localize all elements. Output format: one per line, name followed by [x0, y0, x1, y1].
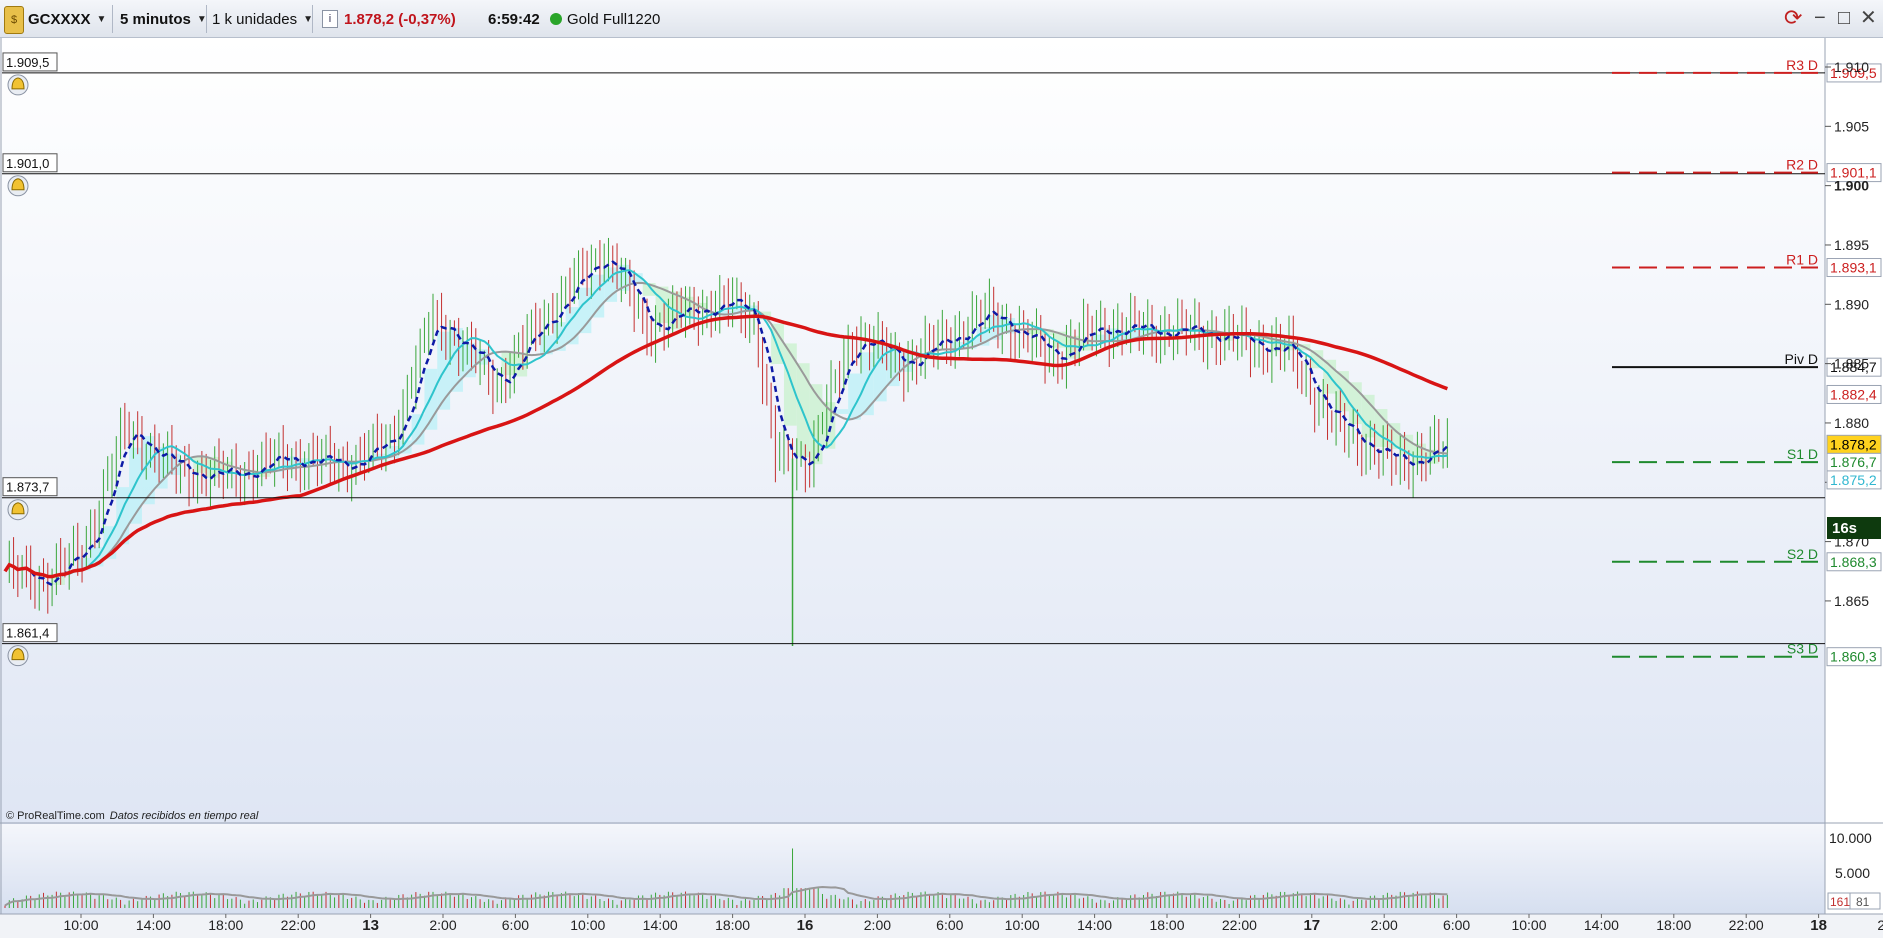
alert-price-label: 1.861,4 [6, 626, 49, 641]
pivot-name: R3 D [1786, 57, 1818, 73]
price-markers: 1.882,4 1.878,2 1.875,2 [1826, 384, 1882, 490]
time-tick-label: 18:00 [1149, 917, 1184, 933]
price-change: 1.878,2 (-0,37%) [344, 10, 456, 28]
pivot-name: S3 D [1787, 641, 1818, 657]
price-marker-label: 1.878,2 [1830, 436, 1877, 452]
clock-time: 6:59:42 [488, 10, 540, 28]
bell-icon[interactable] [7, 175, 29, 197]
toolbar-divider [312, 5, 313, 33]
price-marker-label: 1.882,4 [1830, 386, 1877, 402]
price-panel-background [0, 38, 1825, 824]
time-tick-label: 14:00 [643, 917, 678, 933]
timeframe-label: 5 minutos [120, 10, 191, 28]
pivot-name: S1 D [1787, 446, 1818, 462]
status-indicator: Gold Full1220 [550, 4, 660, 34]
pivot-name: R1 D [1786, 252, 1818, 268]
close-icon[interactable]: ✕ [1860, 8, 1877, 28]
toolbar-divider [112, 5, 113, 33]
time-tick-label: 17 [1303, 917, 1320, 934]
time-tick-label: 14:00 [1584, 917, 1619, 933]
bell-icon[interactable] [7, 645, 29, 667]
pivot-name: R2 D [1786, 157, 1818, 173]
time-tick-label: 10:00 [570, 917, 605, 933]
info-icon-glyph: i [328, 13, 332, 25]
time-tick-label: 18:00 [715, 917, 750, 933]
alert-price-label: 1.873,7 [6, 480, 49, 495]
price-tick-label: 1.885 [1834, 356, 1869, 372]
minimize-icon[interactable]: − [1814, 8, 1826, 28]
time-tick-label: 6:00 [502, 917, 529, 933]
volume-tick-10000: 10.000 [1829, 830, 1872, 846]
pivot-name: Piv D [1785, 351, 1818, 367]
volume-tick-5000: 5.000 [1835, 865, 1870, 881]
pivot-price-label: 1.876,7 [1830, 454, 1877, 470]
instrument-code: GCXXXX [28, 10, 91, 28]
time-tick-label: 2:00 [429, 917, 456, 933]
cloud-segment [809, 384, 823, 465]
time-tick-label: 18 [1810, 917, 1827, 934]
cloud-segment [783, 343, 797, 426]
gold-coin-icon[interactable]: $ [4, 6, 24, 34]
cloud-segment [835, 409, 849, 414]
time-tick-label: 18:00 [1656, 917, 1691, 933]
price-chart[interactable]: 1.909,51.901,01.873,71.861,4 R3 D 1.909,5… [0, 38, 1883, 938]
time-tick-label: 13 [362, 917, 379, 934]
time-tick-label: 2:00 [1877, 917, 1883, 933]
instrument-name: Gold Full1220 [567, 10, 661, 28]
time-tick-label: 22:00 [281, 917, 316, 933]
cloud-segment [1374, 409, 1388, 447]
time-tick-label: 22:00 [1222, 917, 1257, 933]
timeframe-selector[interactable]: 5 minutos ▼ [120, 4, 207, 34]
chevron-down-icon: ▼ [96, 13, 107, 25]
price-tick-label: 1.880 [1834, 415, 1869, 431]
time-tick-label: 10:00 [1005, 917, 1040, 933]
price-tick-label: 1.910 [1834, 59, 1869, 75]
alert-price-label: 1.909,5 [6, 55, 49, 70]
time-tick-label: 14:00 [1077, 917, 1112, 933]
chart-toolbar: $ GCXXXX ▼ 5 minutos ▼ 1 k unidades ▼ i … [0, 0, 1883, 38]
pivot-price-label: 1.860,3 [1830, 649, 1877, 665]
bell-icon[interactable] [7, 74, 29, 96]
pivot-price-label: 1.868,3 [1830, 554, 1877, 570]
price-tick-label: 1.900 [1834, 178, 1869, 194]
volume-marker-161: 161 [1830, 895, 1850, 909]
time-tick-label: 18:00 [208, 917, 243, 933]
time-tick-label: 6:00 [1443, 917, 1470, 933]
copyright-note: © ProRealTime.com Datos recibidos en tiem… [6, 810, 259, 822]
cloud-segment [591, 274, 605, 318]
time-tick-label: 14:00 [136, 917, 171, 933]
time-tick-label: 10:00 [63, 917, 98, 933]
units-label: 1 k unidades [212, 10, 298, 28]
connection-status-dot [550, 13, 562, 25]
maximize-icon[interactable]: □ [1838, 8, 1850, 28]
time-tick-label: 16 [797, 917, 814, 934]
price-marker-label: 1.875,2 [1830, 472, 1877, 488]
units-selector[interactable]: 1 k unidades ▼ [212, 4, 313, 34]
price-tick-label: 1.865 [1834, 593, 1869, 609]
info-icon[interactable]: i [322, 10, 338, 28]
price-tick-label: 1.905 [1834, 118, 1869, 134]
volume-marker-81: 81 [1856, 895, 1870, 909]
cloud-segment [450, 327, 463, 392]
refresh-icon[interactable]: ⟳ [1784, 7, 1802, 29]
price-tick-label: 1.895 [1834, 237, 1869, 253]
instrument-selector[interactable]: GCXXXX ▼ [28, 4, 106, 34]
toolbar-divider [206, 5, 207, 33]
time-tick-label: 22:00 [1729, 917, 1764, 933]
cloud-segment [861, 352, 874, 416]
time-tick-label: 6:00 [936, 917, 963, 933]
alert-price-label: 1.901,0 [6, 156, 49, 171]
pivot-name: S2 D [1787, 546, 1818, 562]
pivot-price-label: 1.893,1 [1830, 260, 1877, 276]
time-tick-label: 2:00 [864, 917, 891, 933]
bell-icon[interactable] [7, 499, 29, 521]
time-tick-label: 2:00 [1371, 917, 1398, 933]
countdown-timer: 16s [1832, 520, 1857, 537]
price-tick-label: 1.890 [1834, 296, 1869, 312]
time-tick-label: 10:00 [1511, 917, 1546, 933]
